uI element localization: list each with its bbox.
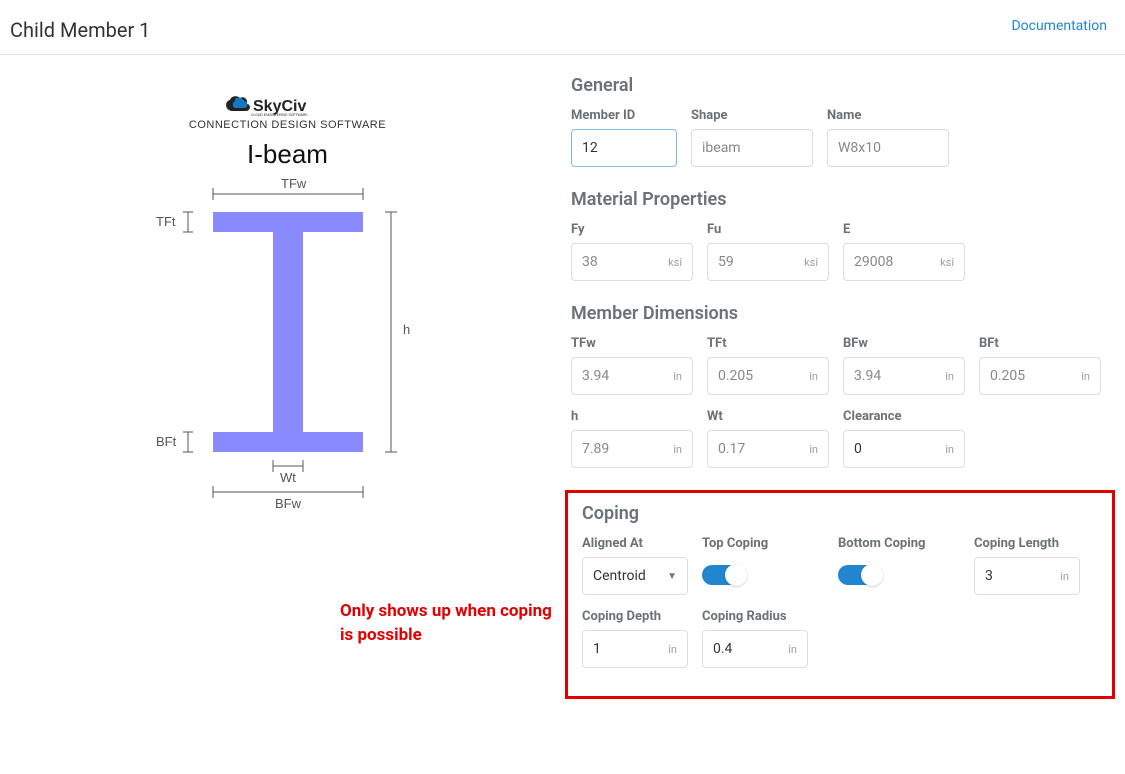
diagram-label-wt: Wt (280, 470, 296, 485)
e-unit: ksi (940, 256, 954, 269)
tft-unit: in (809, 370, 818, 383)
h-unit: in (673, 443, 682, 456)
diagram-label-h: h (403, 322, 410, 337)
brand-subtitle: CONNECTION DESIGN SOFTWARE (10, 119, 565, 131)
bft-value: 0.205 (990, 368, 1025, 384)
fy-label: Fy (571, 222, 693, 237)
wt-input: 0.17 in (707, 430, 829, 468)
diagram-label-tft: TFt (156, 214, 176, 229)
fu-value: 59 (718, 254, 734, 270)
material-title: Material Properties (571, 189, 1115, 210)
tfw-input: 3.94 in (571, 357, 693, 395)
clearance-unit: in (945, 443, 954, 456)
e-label: E (843, 222, 965, 237)
chevron-down-icon: ▼ (667, 571, 677, 582)
fy-input: 38 ksi (571, 243, 693, 281)
coping-radius-value: 0.4 (713, 641, 732, 657)
diagram-label-tfw: TFw (281, 176, 307, 191)
h-input: 7.89 in (571, 430, 693, 468)
fu-label: Fu (707, 222, 829, 237)
fu-input: 59 ksi (707, 243, 829, 281)
bfw-input: 3.94 in (843, 357, 965, 395)
name-value: W8x10 (838, 140, 881, 156)
general-section: General Member ID 12 Shape ibeam Name (565, 75, 1115, 167)
svg-text:CLOUD ENGINEERING SOFTWARE: CLOUD ENGINEERING SOFTWARE (251, 113, 308, 117)
general-title: General (571, 75, 1115, 96)
bfw-label: BFw (843, 336, 965, 351)
shape-value: ibeam (702, 140, 741, 156)
clearance-input[interactable]: 0 in (843, 430, 965, 468)
top-coping-label: Top Coping (702, 536, 824, 551)
coping-annotation: Only shows up when coping is possible (340, 600, 560, 648)
bottom-coping-label: Bottom Coping (838, 536, 960, 551)
tft-value: 0.205 (718, 368, 753, 384)
clearance-label: Clearance (843, 409, 965, 424)
tft-input: 0.205 in (707, 357, 829, 395)
fy-value: 38 (582, 254, 598, 270)
bft-input: 0.205 in (979, 357, 1101, 395)
coping-length-input[interactable]: 3 in (974, 557, 1080, 595)
coping-section: Coping Aligned At Centroid ▼ Top Coping … (565, 490, 1115, 699)
member-id-input[interactable]: 12 (571, 129, 677, 167)
diagram-label-bfw: BFw (275, 496, 302, 511)
documentation-link[interactable]: Documentation (1011, 18, 1107, 34)
coping-depth-unit: in (668, 643, 677, 656)
page-title: Child Member 1 (10, 18, 150, 42)
wt-label: Wt (707, 409, 829, 424)
h-label: h (571, 409, 693, 424)
wt-unit: in (809, 443, 818, 456)
brand-logo: SkyCiv CLOUD ENGINEERING SOFTWARE (10, 95, 565, 117)
bft-unit: in (1081, 370, 1090, 383)
aligned-at-value: Centroid (593, 568, 646, 584)
h-value: 7.89 (582, 441, 609, 457)
ibeam-diagram: TFw TFt BFt (10, 174, 565, 514)
bottom-coping-toggle[interactable] (838, 565, 882, 585)
tfw-label: TFw (571, 336, 693, 351)
dimensions-section: Member Dimensions TFw 3.94 in TFt 0.205 … (565, 303, 1115, 468)
member-id-label: Member ID (571, 108, 677, 123)
coping-length-unit: in (1060, 570, 1069, 583)
coping-depth-label: Coping Depth (582, 609, 688, 624)
bfw-value: 3.94 (854, 368, 881, 384)
coping-radius-label: Coping Radius (702, 609, 808, 624)
coping-depth-input[interactable]: 1 in (582, 630, 688, 668)
dimensions-title: Member Dimensions (571, 303, 1115, 324)
aligned-at-label: Aligned At (582, 536, 688, 551)
shape-input: ibeam (691, 129, 813, 167)
e-value: 29008 (854, 254, 893, 270)
diagram-title: I-beam (10, 139, 565, 170)
coping-radius-input[interactable]: 0.4 in (702, 630, 808, 668)
aligned-at-select[interactable]: Centroid ▼ (582, 557, 688, 595)
shape-label: Shape (691, 108, 813, 123)
fy-unit: ksi (668, 256, 682, 269)
wt-value: 0.17 (718, 441, 745, 457)
coping-title: Coping (582, 503, 1104, 524)
brand: SkyCiv CLOUD ENGINEERING SOFTWARE CONNEC… (10, 95, 565, 131)
diagram-label-bft: BFt (156, 434, 177, 449)
coping-radius-unit: in (788, 643, 797, 656)
bft-label: BFt (979, 336, 1101, 351)
fu-unit: ksi (804, 256, 818, 269)
coping-depth-value: 1 (593, 641, 601, 657)
tfw-value: 3.94 (582, 368, 609, 384)
coping-length-value: 3 (985, 568, 993, 584)
name-input: W8x10 (827, 129, 949, 167)
coping-length-label: Coping Length (974, 536, 1080, 551)
top-coping-toggle[interactable] (702, 565, 746, 585)
member-id-value: 12 (582, 140, 598, 156)
material-section: Material Properties Fy 38 ksi Fu 59 ksi (565, 189, 1115, 281)
name-label: Name (827, 108, 949, 123)
tft-label: TFt (707, 336, 829, 351)
clearance-value: 0 (854, 441, 862, 457)
tfw-unit: in (673, 370, 682, 383)
e-input: 29008 ksi (843, 243, 965, 281)
bfw-unit: in (945, 370, 954, 383)
